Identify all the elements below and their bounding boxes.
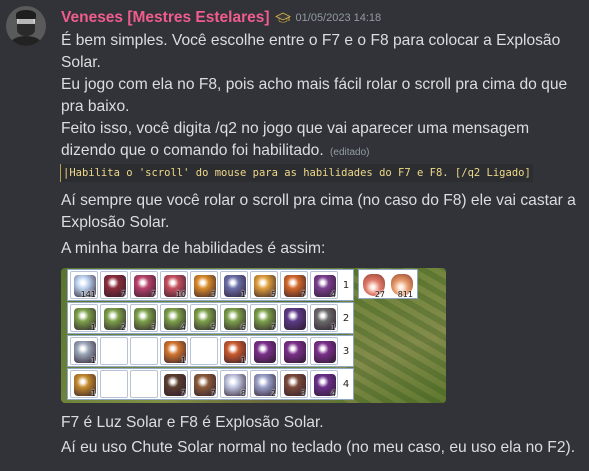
- slot-count: 1: [240, 290, 246, 299]
- hotbar-slot[interactable]: 3: [130, 304, 158, 332]
- hotbar-row-number: 4: [342, 378, 350, 390]
- hotbar-row-1: 141 7 7 10 3 1 5 7 4 1: [67, 269, 354, 301]
- hotbar-slot[interactable]: 3: [190, 271, 218, 299]
- hotbar-slot[interactable]: [130, 337, 158, 365]
- hotbar-slot[interactable]: 7: [280, 271, 308, 299]
- message-paragraph-3-text: Feito isso, você digita /q2 no jogo que …: [61, 120, 530, 159]
- hotbar-slot[interactable]: [310, 337, 338, 365]
- hotbar-slot[interactable]: 1: [70, 304, 98, 332]
- message-paragraph-1: É bem simples. Você escolhe entre o F7 e…: [61, 32, 561, 71]
- hotbar-slot[interactable]: 1: [220, 271, 248, 299]
- hotbar-slot[interactable]: 7: [190, 370, 218, 398]
- slot-count: 6: [240, 323, 246, 332]
- portal-skill-icon: [284, 308, 306, 330]
- message-paragraph-7: Aí eu uso Chute Solar normal no teclado …: [61, 439, 576, 456]
- slot-count: 8: [240, 389, 246, 398]
- hotbar-slot[interactable]: [250, 337, 278, 365]
- hotbar-slot[interactable]: 4: [310, 271, 338, 299]
- slot-count: 3: [210, 290, 216, 299]
- slash-skill-icon: [254, 341, 276, 363]
- message-paragraph-3: Feito isso, você digita /q2 no jogo que …: [61, 118, 581, 164]
- slot-count: 4: [180, 323, 186, 332]
- hotbar-slot[interactable]: 10: [160, 271, 188, 299]
- hotbar-row-number: 3: [342, 345, 350, 357]
- hotbar-slot[interactable]: 7: [160, 370, 188, 398]
- slot-count: 4: [330, 290, 336, 299]
- slot-count: 141: [80, 290, 96, 299]
- slot-count: 7: [120, 290, 126, 299]
- potion-bar: 27 811: [358, 269, 418, 299]
- slot-count: 3: [150, 323, 156, 332]
- hotbar-slot[interactable]: [190, 337, 218, 365]
- slot-count: 4: [330, 389, 336, 398]
- hotbar-row-4: 1 7 7 8 2 3 44: [67, 368, 354, 400]
- hotbar-row-number: 1: [342, 279, 350, 291]
- slot-count: 2: [270, 389, 276, 398]
- hotbar-row-number: 2: [342, 312, 350, 324]
- slot-count: 1: [90, 323, 96, 332]
- potion-slot[interactable]: 27: [360, 271, 386, 298]
- game-screenshot-attachment[interactable]: x 1417710315741123456712111317782344 278…: [61, 268, 446, 403]
- slot-count: 7: [300, 290, 306, 299]
- hotbar-slot[interactable]: 8: [220, 370, 248, 398]
- hotbar-slot[interactable]: 3: [280, 370, 308, 398]
- hotbar-row-2: 123456712: [67, 302, 354, 334]
- hotbar-slot[interactable]: [280, 304, 308, 332]
- slot-count: 1: [180, 356, 186, 365]
- hotbar-slot[interactable]: 7: [130, 271, 158, 299]
- message-paragraph-2: Eu jogo com ela no F8, pois acho mais fá…: [61, 76, 568, 115]
- slot-count: 5: [270, 290, 276, 299]
- message-paragraph-6: F7 é Luz Solar e F8 é Explosão Solar.: [61, 414, 324, 431]
- potion-slot[interactable]: 811: [388, 271, 414, 298]
- slot-count: 3: [300, 389, 306, 398]
- potion-count: 811: [397, 290, 413, 298]
- username[interactable]: Veneses [Mestres Estelares]: [61, 9, 270, 27]
- timestamp[interactable]: 01/05/2023 14:18: [296, 12, 382, 24]
- slot-count: 1: [240, 356, 246, 365]
- slot-count: 1: [90, 389, 96, 398]
- hotbar-slot[interactable]: 4: [160, 304, 188, 332]
- hotbar-slot[interactable]: 1: [160, 337, 188, 365]
- slot-count: 7: [270, 323, 276, 332]
- hotbar-slot[interactable]: [130, 370, 158, 398]
- slash-skill-icon: [284, 341, 306, 363]
- edited-label: (editado): [330, 147, 370, 158]
- slot-count: 7: [180, 389, 186, 398]
- hotbar-slot[interactable]: [100, 370, 128, 398]
- hotbar-slot[interactable]: 1: [310, 304, 338, 332]
- hotbar-slot[interactable]: 7: [250, 304, 278, 332]
- slot-count: 5: [210, 323, 216, 332]
- hotbar-slot[interactable]: 6: [220, 304, 248, 332]
- hotbar-slot[interactable]: [280, 337, 308, 365]
- hotbar-slot[interactable]: 4: [310, 370, 338, 398]
- slash-skill-icon: [314, 341, 336, 363]
- slot-count: 10: [175, 290, 186, 299]
- hotbar-slot[interactable]: 1: [70, 337, 98, 365]
- potion-count: 27: [374, 290, 385, 298]
- slot-count: 7: [210, 389, 216, 398]
- hotbar-row-3: 1 1 1 3: [67, 335, 354, 367]
- hotbar-slot[interactable]: 5: [190, 304, 218, 332]
- avatar[interactable]: [6, 6, 46, 46]
- message-paragraph-5: A minha barra de habilidades é assim:: [61, 240, 326, 257]
- message-header: Veneses [Mestres Estelares] 01/05/2023 1…: [61, 7, 381, 29]
- hotbar-slot[interactable]: [100, 337, 128, 365]
- slot-count: 1: [330, 323, 336, 332]
- hotbar-slot[interactable]: 1: [70, 370, 98, 398]
- slot-count: 2: [120, 323, 126, 332]
- slot-count: 1: [90, 356, 96, 365]
- hotbar-slot[interactable]: 5: [250, 271, 278, 299]
- slot-count: 7: [150, 290, 156, 299]
- hotbar-slot[interactable]: 2: [250, 370, 278, 398]
- hotbar-slot[interactable]: 141: [70, 271, 98, 299]
- graduation-cap-icon[interactable]: [274, 10, 291, 26]
- inline-code: |Habilita o 'scroll' do mouse para as ha…: [60, 164, 533, 182]
- message-paragraph-4: Aí sempre que você rolar o scroll pra ci…: [61, 192, 576, 231]
- hotbar-slot[interactable]: 7: [100, 271, 128, 299]
- hotbar-slot[interactable]: 1: [220, 337, 248, 365]
- hotbar-slot[interactable]: 2: [100, 304, 128, 332]
